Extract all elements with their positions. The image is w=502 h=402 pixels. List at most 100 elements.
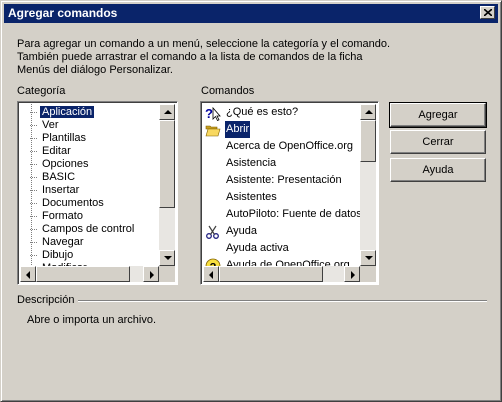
command-item-label: Asistencia — [226, 157, 277, 169]
tree-connector — [30, 137, 38, 139]
category-item[interactable]: Editar — [30, 145, 73, 158]
command-item[interactable]: Asistentes — [203, 189, 360, 206]
category-item-label: Aplicación — [38, 105, 96, 119]
instructions-text: Para agregar un comando a un menú, selec… — [17, 38, 391, 76]
help-icon: ? — [205, 258, 221, 266]
category-item-label: Ver — [42, 119, 59, 131]
tree-connector — [30, 150, 38, 152]
commands-list[interactable]: ? ¿Qué es esto? Abrir Acerca de OpenOffice.… — [200, 101, 379, 285]
category-item[interactable]: Navegar — [30, 236, 86, 249]
arrow-left-icon — [26, 271, 30, 279]
close-window-button[interactable] — [480, 6, 495, 19]
category-item[interactable]: Ver — [30, 119, 61, 132]
arrow-up-icon — [365, 110, 373, 114]
category-item[interactable]: Formato — [30, 210, 85, 223]
command-item[interactable]: Ayuda — [203, 223, 360, 240]
add-button[interactable]: Agregar — [389, 102, 487, 128]
arrow-right-icon — [150, 271, 154, 279]
tree-connector — [30, 189, 38, 191]
category-vertical-scrollbar[interactable] — [159, 104, 175, 266]
commands-horizontal-scrollbar[interactable] — [203, 266, 360, 282]
command-item[interactable]: Ayuda activa — [203, 240, 360, 257]
scroll-down-button[interactable] — [159, 250, 175, 266]
tree-connector — [30, 254, 38, 256]
tree-connector — [30, 163, 38, 165]
command-item[interactable]: Abrir — [203, 120, 360, 139]
command-item[interactable]: Asistente: Presentación — [203, 172, 360, 189]
command-item[interactable]: AutoPiloto: Fuente de datos de — [203, 206, 360, 223]
scroll-up-button[interactable] — [159, 104, 175, 120]
scroll-thumb[interactable] — [36, 266, 130, 282]
command-item-label: Ayuda activa — [226, 242, 289, 254]
tree-connector — [30, 228, 38, 230]
category-item[interactable]: Plantillas — [30, 132, 88, 145]
category-item[interactable]: Documentos — [30, 197, 106, 210]
category-item-label: Campos de control — [42, 223, 135, 235]
tree-connector — [30, 124, 38, 126]
close-icon — [484, 9, 492, 16]
commands-list-items: ? ¿Qué es esto? Abrir Acerca de OpenOffice.… — [203, 104, 360, 266]
scroll-thumb[interactable] — [219, 266, 323, 282]
arrow-right-icon — [351, 271, 355, 279]
description-separator — [77, 300, 487, 302]
description-text: Abre o importa un archivo. — [27, 314, 157, 326]
command-item-label: Acerca de OpenOffice.org — [226, 140, 353, 152]
category-item-label: Insertar — [42, 184, 80, 196]
command-item-label: Abrir — [223, 120, 252, 139]
category-item-label: Opciones — [42, 158, 89, 170]
scroll-up-button[interactable] — [360, 104, 376, 120]
whats-this-icon: ? — [205, 105, 221, 122]
command-item-label: Ayuda — [226, 225, 257, 237]
category-tree[interactable]: Aplicación Ver Plantillas Editar Opciones BAS… — [17, 101, 178, 285]
category-item-label: Plantillas — [42, 132, 87, 144]
scissors-icon — [205, 224, 221, 240]
category-item-label: Dibujo — [42, 249, 74, 261]
dialog-window: Agregar comandos Para agregar un comando… — [0, 0, 502, 402]
tree-connector — [30, 111, 38, 113]
category-item[interactable]: Aplicación — [30, 105, 96, 119]
category-item-label: Editar — [42, 145, 71, 157]
category-item-label: Navegar — [42, 236, 84, 248]
command-item[interactable]: Asistencia — [203, 155, 360, 172]
open-folder-icon — [205, 122, 221, 138]
description-label: Descripción — [17, 294, 79, 306]
command-item-label: Ayuda de OpenOffice.org — [226, 259, 350, 266]
arrow-up-icon — [164, 110, 172, 114]
command-item[interactable]: ? Ayuda de OpenOffice.org — [203, 257, 360, 266]
scroll-left-button[interactable] — [20, 266, 36, 282]
tree-connector — [30, 202, 38, 204]
commands-label: Comandos — [201, 85, 255, 97]
command-item-label: ¿Qué es esto? — [226, 106, 299, 118]
scroll-right-button[interactable] — [143, 266, 159, 282]
window-title: Agregar comandos — [8, 6, 118, 20]
command-item[interactable]: ? ¿Qué es esto? — [203, 104, 360, 122]
category-item[interactable]: Campos de control — [30, 223, 136, 236]
commands-vertical-scrollbar[interactable] — [360, 104, 376, 266]
scroll-thumb[interactable] — [360, 120, 376, 162]
command-item-label: Asistentes — [226, 191, 277, 203]
scroll-corner — [360, 266, 376, 282]
scroll-right-button[interactable] — [344, 266, 360, 282]
close-button[interactable]: Cerrar — [390, 130, 486, 154]
scroll-thumb[interactable] — [159, 120, 175, 208]
category-item-label: Documentos — [42, 197, 104, 209]
arrow-down-icon — [164, 256, 172, 260]
title-bar[interactable]: Agregar comandos — [4, 4, 498, 23]
scroll-left-button[interactable] — [203, 266, 219, 282]
category-tree-items: Aplicación Ver Plantillas Editar Opciones BAS… — [20, 104, 159, 266]
tree-connector — [30, 215, 38, 217]
category-item[interactable]: BASIC — [30, 171, 77, 184]
category-item[interactable]: Opciones — [30, 158, 90, 171]
category-item[interactable]: Dibujo — [30, 249, 75, 262]
category-item-label: Formato — [42, 210, 83, 222]
category-item[interactable]: Insertar — [30, 184, 81, 197]
scroll-down-button[interactable] — [360, 250, 376, 266]
category-label: Categoría — [17, 85, 66, 97]
help-button[interactable]: Ayuda — [390, 158, 486, 182]
arrow-left-icon — [209, 271, 213, 279]
category-horizontal-scrollbar[interactable] — [20, 266, 159, 282]
command-item-label: Asistente: Presentación — [226, 174, 342, 186]
tree-connector — [30, 241, 38, 243]
command-item[interactable]: Acerca de OpenOffice.org — [203, 138, 360, 155]
tree-connector — [30, 176, 38, 178]
